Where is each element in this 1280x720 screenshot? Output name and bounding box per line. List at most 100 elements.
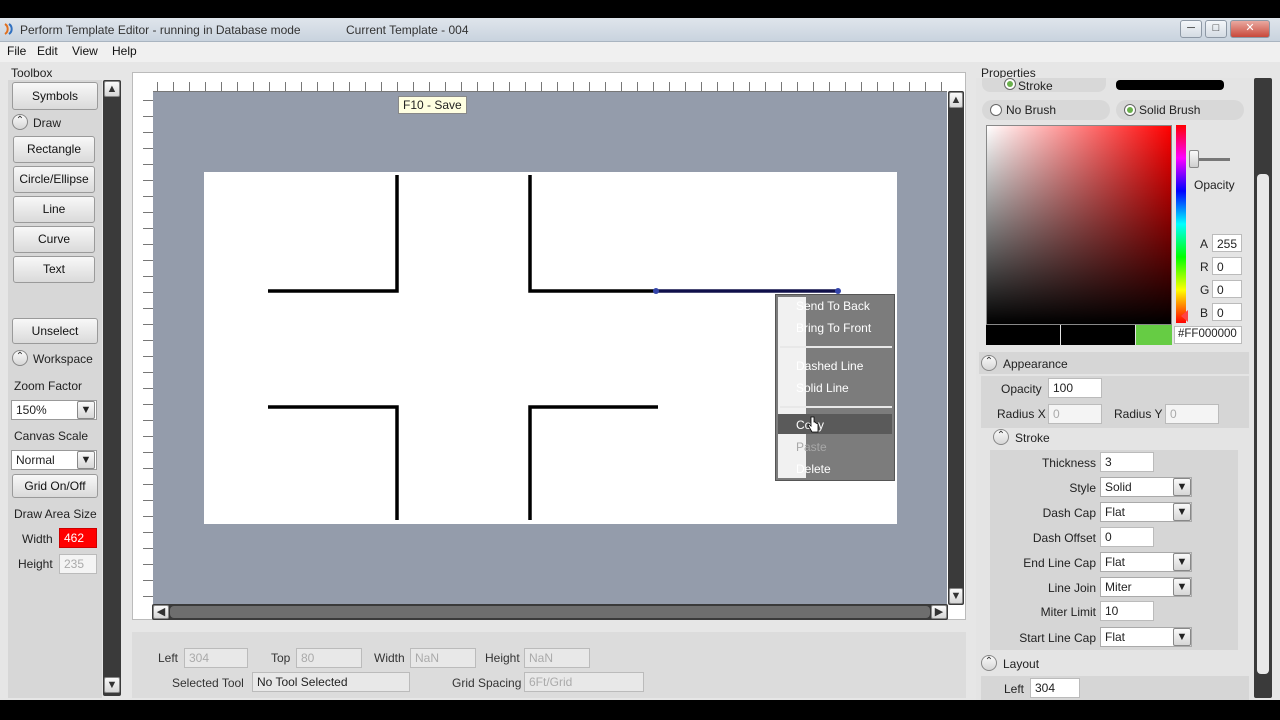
layout-collapse-icon[interactable]: ⌃ bbox=[981, 655, 997, 671]
status-width-field: NaN bbox=[410, 648, 476, 668]
menu-solid-line[interactable]: Solid Line bbox=[796, 381, 849, 395]
thickness-input[interactable]: 3 bbox=[1100, 452, 1154, 472]
chevron-down-icon[interactable]: ▼ bbox=[1173, 628, 1191, 646]
menu-paste[interactable]: Paste bbox=[796, 440, 827, 454]
save-tooltip: F10 - Save bbox=[398, 96, 467, 114]
r-input[interactable]: 0 bbox=[1212, 257, 1242, 275]
stroke-color-swatch[interactable] bbox=[1116, 80, 1224, 90]
scroll-down-icon[interactable]: ▼ bbox=[104, 677, 120, 693]
context-menu: Send To Back Bring To Front Dashed Line … bbox=[775, 294, 895, 481]
draw-collapse-icon[interactable]: ⌃ bbox=[12, 114, 28, 130]
canvas-vertical-scrollbar[interactable] bbox=[948, 91, 964, 605]
chevron-down-icon[interactable]: ▼ bbox=[77, 401, 95, 419]
curve-tool-button[interactable]: Curve bbox=[13, 226, 95, 253]
opacity-slider-track[interactable] bbox=[1198, 158, 1230, 161]
workspace-collapse-icon[interactable]: ⌃ bbox=[12, 350, 28, 366]
radius-y-input[interactable]: 0 bbox=[1165, 404, 1219, 424]
chevron-down-icon[interactable]: ▼ bbox=[77, 451, 95, 469]
scroll-down-icon[interactable]: ▼ bbox=[949, 588, 963, 604]
opacity-label: Opacity bbox=[1194, 178, 1235, 192]
status-left-field: 304 bbox=[184, 648, 248, 668]
top-ruler bbox=[153, 76, 947, 92]
solid-brush-radio[interactable] bbox=[1124, 104, 1136, 116]
chevron-down-icon[interactable]: ▼ bbox=[1173, 553, 1191, 571]
a-input[interactable]: 255 bbox=[1212, 234, 1242, 252]
corner-shape-bottom-right bbox=[528, 405, 658, 520]
menu-edit[interactable]: Edit bbox=[37, 44, 58, 58]
toolbox-scrollbar[interactable] bbox=[103, 80, 121, 696]
thickness-label: Thickness bbox=[1041, 456, 1096, 470]
appearance-collapse-icon[interactable]: ⌃ bbox=[981, 355, 997, 371]
style-value: Solid bbox=[1105, 480, 1132, 494]
hex-color-input[interactable]: #FF000000 bbox=[1174, 326, 1242, 344]
menu-help[interactable]: Help bbox=[112, 44, 137, 58]
current-color-swatch bbox=[986, 325, 1060, 345]
status-panel: Left 304 Top 80 Width NaN Height NaN Sel… bbox=[132, 632, 966, 698]
toolbox-title: Toolbox bbox=[11, 66, 53, 80]
accent-color-swatch[interactable] bbox=[1136, 325, 1172, 345]
symbols-button[interactable]: Symbols bbox=[12, 82, 98, 110]
radius-x-input[interactable]: 0 bbox=[1048, 404, 1102, 424]
chevron-down-icon[interactable]: ▼ bbox=[1173, 503, 1191, 521]
miter-limit-input[interactable]: 10 bbox=[1100, 601, 1154, 621]
rectangle-tool-button[interactable]: Rectangle bbox=[13, 136, 95, 163]
appearance-opacity-label: Opacity bbox=[1001, 382, 1042, 396]
scroll-up-icon[interactable]: ▲ bbox=[949, 92, 963, 108]
stroke-label: Stroke bbox=[1018, 79, 1053, 93]
b-label: B bbox=[1200, 306, 1209, 320]
scrollbar-thumb[interactable] bbox=[170, 606, 930, 618]
menu-send-to-back[interactable]: Send To Back bbox=[796, 299, 870, 313]
menu-separator bbox=[780, 346, 892, 348]
ellipse-tool-button[interactable]: Circle/Ellipse bbox=[13, 166, 95, 193]
line-join-value: Miter bbox=[1105, 580, 1132, 594]
status-height-label: Height bbox=[485, 651, 520, 665]
menu-dashed-line[interactable]: Dashed Line bbox=[796, 359, 863, 373]
r-label: R bbox=[1200, 260, 1209, 274]
line-tool-button[interactable]: Line bbox=[13, 196, 95, 223]
scroll-left-icon[interactable]: ◀ bbox=[153, 605, 169, 619]
menu-delete[interactable]: Delete bbox=[796, 462, 831, 476]
layout-label: Layout bbox=[1003, 657, 1040, 671]
maximize-button[interactable]: □ bbox=[1205, 20, 1227, 38]
window-title: Perform Template Editor - running in Dat… bbox=[20, 23, 301, 37]
opacity-slider-thumb[interactable] bbox=[1189, 150, 1199, 168]
chevron-down-icon[interactable]: ▼ bbox=[1173, 578, 1191, 596]
layout-left-input[interactable]: 304 bbox=[1030, 678, 1080, 698]
start-line-cap-value: Flat bbox=[1105, 630, 1126, 644]
zoom-factor-label: Zoom Factor bbox=[14, 379, 83, 393]
hue-slider[interactable] bbox=[1176, 125, 1186, 323]
close-button[interactable]: ✕ bbox=[1230, 20, 1270, 38]
unselect-button[interactable]: Unselect bbox=[12, 318, 98, 344]
color-gradient-picker[interactable] bbox=[986, 125, 1172, 325]
chevron-down-icon[interactable]: ▼ bbox=[1173, 478, 1191, 496]
selection-handle bbox=[653, 288, 659, 294]
text-tool-button[interactable]: Text bbox=[13, 256, 95, 283]
status-left-label: Left bbox=[158, 651, 179, 665]
menu-bring-to-front[interactable]: Bring To Front bbox=[796, 321, 871, 335]
appearance-opacity-input[interactable]: 100 bbox=[1048, 378, 1102, 398]
toolbox-panel: Toolbox Symbols ⌃ Draw Rectangle Circle/… bbox=[8, 64, 124, 698]
corner-shape-top-left bbox=[268, 175, 399, 293]
width-input[interactable]: 462 bbox=[59, 528, 97, 548]
end-line-cap-label: End Line Cap bbox=[1023, 556, 1096, 570]
menu-file[interactable]: File bbox=[7, 44, 26, 58]
hue-pointer-icon[interactable] bbox=[1174, 310, 1188, 322]
stroke-radio[interactable] bbox=[1004, 78, 1016, 90]
b-input[interactable]: 0 bbox=[1212, 303, 1242, 321]
scroll-right-icon[interactable]: ▶ bbox=[931, 605, 947, 619]
grid-spacing-label: Grid Spacing bbox=[452, 676, 522, 690]
stroke-section-collapse-icon[interactable]: ⌃ bbox=[993, 429, 1009, 445]
layout-left-label: Left bbox=[1004, 682, 1025, 696]
scroll-up-icon[interactable]: ▲ bbox=[104, 81, 120, 97]
grid-toggle-button[interactable]: Grid On/Off bbox=[12, 474, 98, 498]
minimize-button[interactable]: ─ bbox=[1180, 20, 1202, 38]
dash-offset-input[interactable]: 0 bbox=[1100, 527, 1154, 547]
solid-brush-label: Solid Brush bbox=[1139, 103, 1201, 117]
height-input[interactable]: 235 bbox=[59, 554, 97, 574]
scrollbar-thumb[interactable] bbox=[1257, 174, 1269, 674]
left-ruler bbox=[137, 92, 153, 604]
no-brush-radio[interactable] bbox=[990, 104, 1002, 116]
g-input[interactable]: 0 bbox=[1212, 280, 1242, 298]
menu-separator bbox=[780, 406, 892, 408]
menu-view[interactable]: View bbox=[72, 44, 98, 58]
